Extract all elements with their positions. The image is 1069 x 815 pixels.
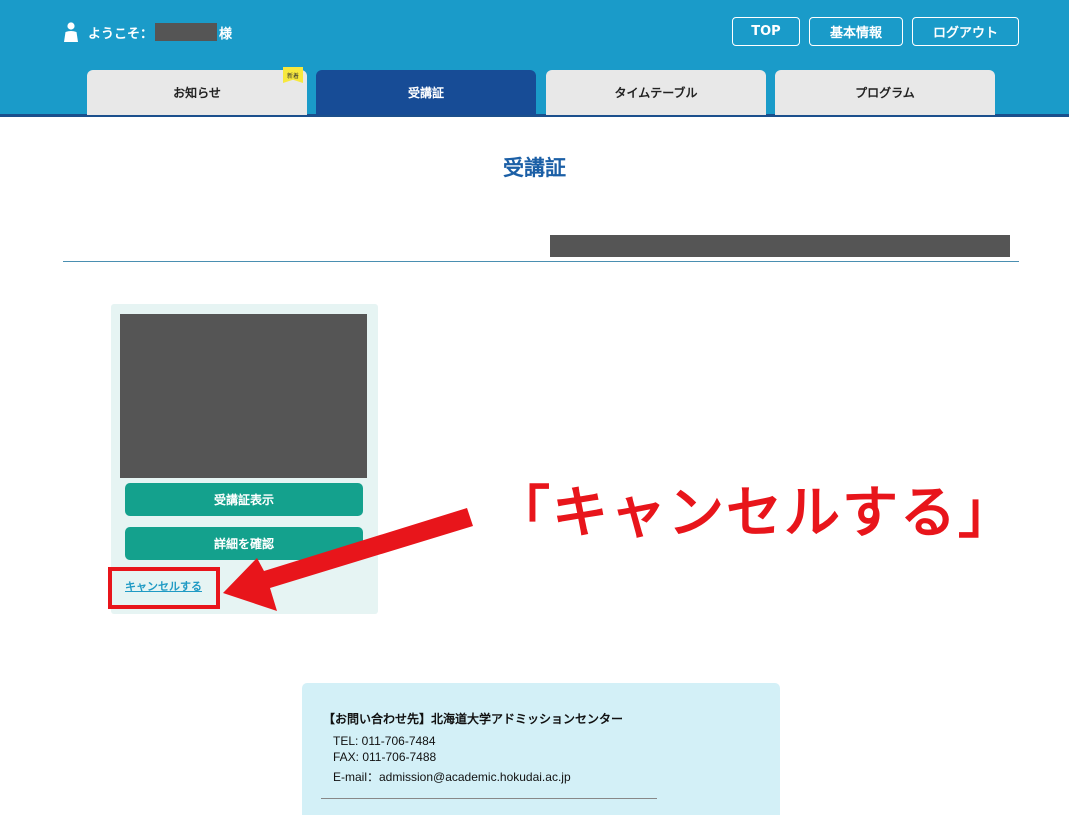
- contact-divider: [321, 798, 657, 799]
- arrow-icon: [223, 508, 473, 611]
- contact-fax: FAX: 011-706-7488: [333, 750, 437, 764]
- contact-tel: TEL: 011-706-7484: [333, 734, 436, 748]
- contact-box: 【お問い合わせ先】北海道大学アドミッションセンター TEL: 011-706-7…: [302, 683, 780, 815]
- contact-email[interactable]: E-mail：admission@academic.hokudai.ac.jp: [333, 768, 571, 785]
- callout-text: 「キャンセルする」: [494, 481, 1016, 546]
- contact-title: 【お問い合わせ先】北海道大学アドミッションセンター: [323, 712, 624, 726]
